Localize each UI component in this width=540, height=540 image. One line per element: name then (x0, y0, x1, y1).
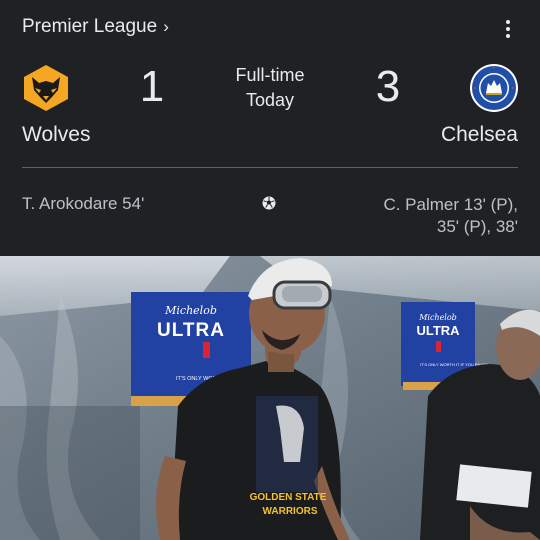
divider (22, 167, 518, 168)
more-vert-icon (506, 20, 510, 24)
shirt-text-1: GOLDEN STATE (250, 492, 327, 503)
away-scorers-line-1: C. Palmer 13' (P), (383, 195, 518, 214)
banner-brand: Michelob (164, 304, 217, 317)
shirt-text-2: WARRIORS (263, 506, 318, 517)
away-goal-scorers: C. Palmer 13' (P), 35' (P), 38' (318, 194, 518, 238)
locker-room-scene: Michelob ULTRA IT'S ONLY WORTH IT IF YOU… (0, 256, 540, 540)
background-photo: Michelob ULTRA IT'S ONLY WORTH IT IF YOU… (0, 256, 540, 540)
more-vert-icon-dot (506, 34, 510, 38)
banner-brand-2: Michelob (418, 313, 457, 322)
away-score: 3 (375, 62, 401, 111)
league-link[interactable]: Premier League › (22, 14, 169, 40)
match-status: Full-time Today (200, 63, 340, 113)
away-team-name[interactable]: Chelsea (441, 123, 518, 147)
soccer-ball-icon (262, 196, 276, 210)
home-team-name[interactable]: Wolves (22, 123, 90, 147)
home-goal-scorers: T. Arokodare 54' (22, 194, 145, 213)
status-full-time: Full-time (235, 65, 305, 85)
banner-title-2: ULTRA (416, 323, 460, 338)
more-vert-icon-dot (506, 27, 510, 31)
status-date: Today (245, 90, 295, 110)
match-card[interactable]: Premier League › 1 Full-time Today 3 Wol… (0, 0, 540, 256)
wolves-crest-icon[interactable] (22, 64, 70, 112)
chevron-right-icon: › (163, 16, 169, 36)
home-score: 1 (139, 62, 165, 111)
league-name[interactable]: Premier League (22, 16, 157, 38)
more-options-button[interactable] (496, 16, 520, 42)
banner-title: ULTRA (157, 320, 225, 341)
away-scorers-line-2: 35' (P), 38' (436, 217, 518, 236)
chelsea-crest-icon[interactable] (469, 63, 519, 113)
